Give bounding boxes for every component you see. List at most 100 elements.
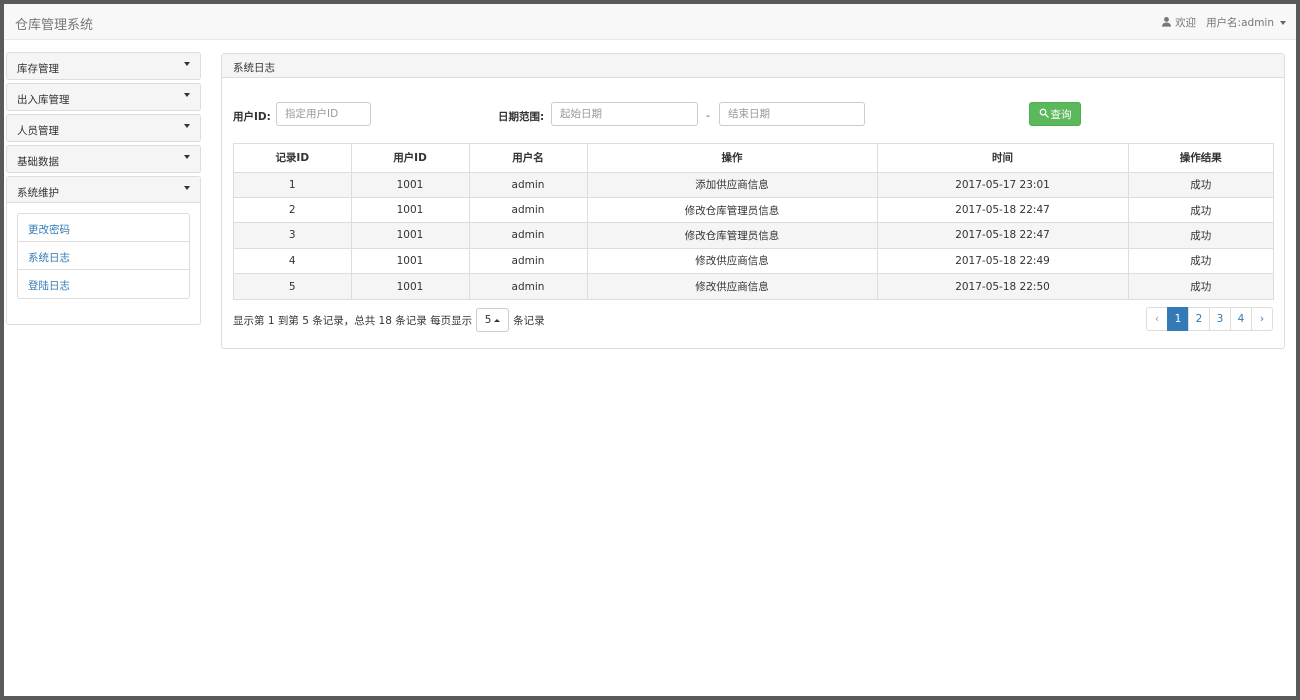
column-header-record-id[interactable]: 记录ID (234, 144, 352, 173)
cell-user-id: 1001 (351, 222, 470, 249)
cell-record-id: 1 (234, 172, 352, 198)
main-panel: 系统日志 用户ID: 日期范围: - 查询 (221, 53, 1285, 349)
sidebar-group-label: 出入库管理 (17, 94, 70, 106)
app-window: 仓库管理系统 欢迎 用户名:admin 库存管理 出入库管理 人员管理 基础数据… (4, 4, 1296, 696)
cell-result: 成功 (1128, 172, 1273, 198)
date-range-label: 日期范围: (498, 111, 545, 123)
caret-down-icon (184, 155, 190, 159)
sidebar-group-base-data: 基础数据 (6, 145, 201, 173)
sidebar-group-stock-io: 出入库管理 (6, 83, 201, 111)
cell-operation: 修改仓库管理员信息 (587, 196, 878, 223)
column-header-time[interactable]: 时间 (877, 144, 1129, 173)
page-button-2[interactable]: 2 (1188, 307, 1210, 331)
sidebar-group-personnel: 人员管理 (6, 114, 201, 142)
sidebar-item-system-log[interactable]: 系统日志 (18, 242, 189, 270)
pagination: ‹ 1 2 3 4 › (1146, 307, 1273, 331)
cell-result: 成功 (1128, 196, 1273, 223)
sidebar-group-inventory: 库存管理 (6, 52, 201, 80)
sidebar-group-label: 系统维护 (17, 187, 59, 199)
sidebar-group-header[interactable]: 系统维护 (7, 177, 200, 203)
cell-result: 成功 (1128, 222, 1273, 249)
username-label: 用户名:admin (1206, 17, 1274, 29)
table-row[interactable]: 5 1001 admin 修改供应商信息 2017-05-18 22:50 成功 (234, 273, 1273, 299)
sidebar-submenu: 更改密码 系统日志 登陆日志 (17, 213, 190, 299)
page-prev-button[interactable]: ‹ (1146, 307, 1168, 331)
sidebar-item-login-log[interactable]: 登陆日志 (18, 270, 189, 298)
cell-user-id: 1001 (351, 247, 470, 274)
cell-record-id: 3 (234, 222, 352, 249)
cell-time: 2017-05-18 22:49 (877, 247, 1129, 274)
user-menu[interactable]: 欢迎 用户名:admin (1161, 15, 1286, 30)
cell-user-id: 1001 (351, 273, 470, 299)
cell-time: 2017-05-18 22:47 (877, 196, 1129, 223)
sidebar-group-header[interactable]: 出入库管理 (7, 84, 200, 110)
page-size-value: 5 (484, 314, 492, 326)
table-row[interactable]: 1 1001 admin 添加供应商信息 2017-05-17 23:01 成功 (234, 172, 1273, 198)
caret-down-icon (184, 62, 190, 66)
user-icon (1161, 16, 1172, 30)
cell-record-id: 2 (234, 196, 352, 223)
cell-username: admin (469, 196, 588, 223)
table-header-row: 记录ID 用户ID 用户名 操作 时间 操作结果 (234, 144, 1273, 173)
cell-time: 2017-05-18 22:50 (877, 273, 1129, 299)
search-form: 用户ID: 日期范围: - 查询 (222, 102, 1284, 128)
cell-user-id: 1001 (351, 172, 470, 198)
cell-time: 2017-05-17 23:01 (877, 172, 1129, 198)
sidebar-group-label: 库存管理 (17, 63, 59, 75)
page-button-1[interactable]: 1 (1167, 307, 1189, 331)
sidebar-group-label: 基础数据 (17, 156, 59, 168)
sidebar-group-header[interactable]: 人员管理 (7, 115, 200, 141)
user-id-input[interactable] (276, 102, 371, 126)
column-header-operation[interactable]: 操作 (587, 144, 878, 173)
date-separator: - (706, 109, 710, 122)
caret-down-icon (1280, 20, 1286, 25)
cell-operation: 修改供应商信息 (587, 247, 878, 274)
sidebar-group-body: 更改密码 系统日志 登陆日志 (7, 203, 200, 324)
panel-title: 系统日志 (222, 54, 1284, 78)
caret-up-icon (494, 318, 501, 322)
column-header-result[interactable]: 操作结果 (1128, 144, 1273, 173)
welcome-text: 欢迎 (1175, 17, 1197, 29)
cell-username: admin (469, 172, 588, 198)
cell-time: 2017-05-18 22:47 (877, 222, 1129, 249)
start-date-input[interactable] (551, 102, 698, 126)
cell-operation: 修改仓库管理员信息 (587, 222, 878, 249)
page-next-button[interactable]: › (1251, 307, 1273, 331)
column-header-user-id[interactable]: 用户ID (351, 144, 470, 173)
cell-operation: 修改供应商信息 (587, 273, 878, 299)
caret-down-icon (184, 124, 190, 128)
cell-record-id: 5 (234, 273, 352, 299)
page-button-4[interactable]: 4 (1230, 307, 1252, 331)
sidebar-group-label: 人员管理 (17, 125, 59, 137)
cell-result: 成功 (1128, 247, 1273, 274)
caret-down-icon (184, 186, 190, 190)
cell-operation: 添加供应商信息 (587, 172, 878, 198)
table-row[interactable]: 2 1001 admin 修改仓库管理员信息 2017-05-18 22:47 … (234, 196, 1273, 223)
table-row[interactable]: 3 1001 admin 修改仓库管理员信息 2017-05-18 22:47 … (234, 222, 1273, 249)
page-button-3[interactable]: 3 (1209, 307, 1231, 331)
sidebar: 库存管理 出入库管理 人员管理 基础数据 系统维护 更改密码 系统日志 登陆日志 (6, 52, 201, 328)
cell-result: 成功 (1128, 273, 1273, 299)
sidebar-group-header[interactable]: 库存管理 (7, 53, 200, 79)
query-button[interactable]: 查询 (1029, 102, 1081, 126)
top-navbar: 仓库管理系统 欢迎 用户名:admin (4, 4, 1296, 40)
log-table: 记录ID 用户ID 用户名 操作 时间 操作结果 1 1001 admin 添加… (233, 143, 1274, 300)
app-brand[interactable]: 仓库管理系统 (15, 14, 93, 33)
pagination-info: 显示第 1 到第 5 条记录，总共 18 条记录 每页显示 5 条记录 (233, 308, 545, 332)
query-button-label: 查询 (1050, 108, 1072, 121)
user-id-label: 用户ID: (233, 111, 271, 123)
end-date-input[interactable] (719, 102, 865, 126)
sidebar-item-change-password[interactable]: 更改密码 (18, 214, 189, 242)
table-row[interactable]: 4 1001 admin 修改供应商信息 2017-05-18 22:49 成功 (234, 247, 1273, 274)
column-header-username[interactable]: 用户名 (469, 144, 588, 173)
pagination-suffix: 条记录 (513, 314, 545, 327)
cell-user-id: 1001 (351, 196, 470, 223)
cell-record-id: 4 (234, 247, 352, 274)
page-size-dropdown[interactable]: 5 (476, 308, 510, 332)
sidebar-group-header[interactable]: 基础数据 (7, 146, 200, 172)
search-icon (1039, 108, 1049, 121)
caret-down-icon (184, 93, 190, 97)
sidebar-group-maintenance: 系统维护 更改密码 系统日志 登陆日志 (6, 176, 201, 325)
cell-username: admin (469, 247, 588, 274)
cell-username: admin (469, 222, 588, 249)
